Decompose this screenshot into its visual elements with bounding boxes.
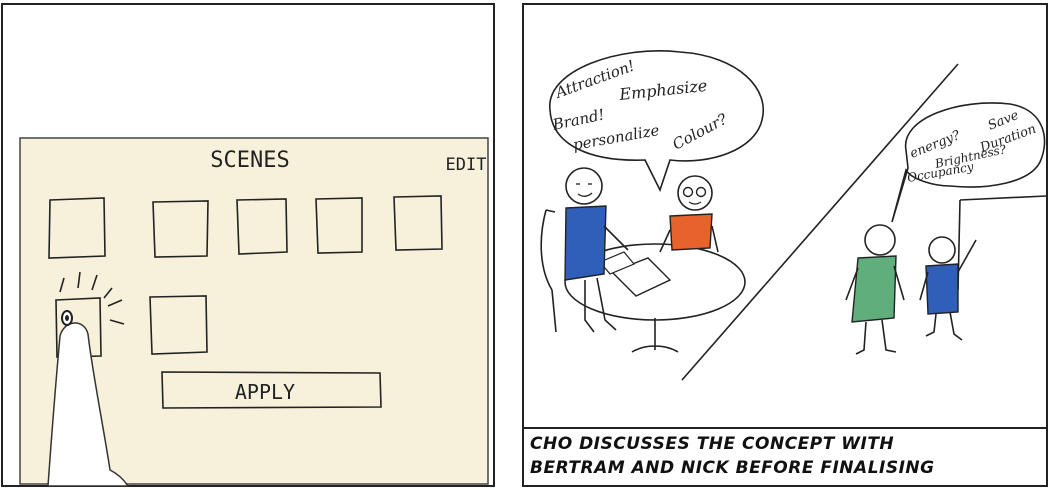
bertram-head — [864, 224, 896, 256]
caption-line-1: CHO DISCUSSES THE CONCEPT WITH — [530, 434, 894, 454]
edit-button[interactable]: EDIT — [446, 155, 487, 175]
nick-shirt — [669, 213, 713, 251]
cho-head — [565, 167, 603, 205]
blue-person-head — [928, 236, 956, 264]
apply-button-label: APPLY — [235, 380, 295, 404]
fingertip-dot — [65, 315, 69, 321]
screen-title: SCENES — [210, 148, 289, 173]
blue-person-shirt — [925, 263, 959, 315]
cho-shirt — [564, 205, 607, 281]
caption-line-2: BERTRAM AND NICK BEFORE FINALISING — [530, 458, 935, 478]
bertram-shirt — [851, 255, 897, 323]
storyboard: SCENES EDIT APPLY Attraction! Emphasize … — [1, 3, 1048, 487]
left-panel: SCENES EDIT APPLY — [1, 3, 495, 487]
right-panel: Attraction! Emphasize Brand! personalize… — [522, 3, 1048, 487]
